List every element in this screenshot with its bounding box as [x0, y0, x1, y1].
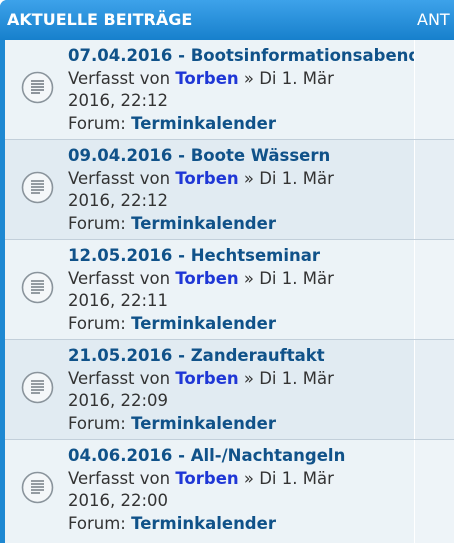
panel-title: AKTUELLE BEITRÄGE [7, 10, 193, 29]
forum-link[interactable]: Terminkalender [131, 214, 276, 233]
topic-read-icon [21, 471, 54, 504]
author-link[interactable]: Torben [175, 269, 238, 288]
replies-cell [415, 340, 454, 439]
forum-label: Forum: [68, 313, 126, 333]
author-link[interactable]: Torben [175, 369, 238, 388]
list-item: 09.04.2016 - Boote Wässern Verfasst von … [5, 140, 454, 240]
post-date-part1: » Di 1. Mär [243, 268, 334, 288]
topic-read-icon [21, 271, 54, 304]
author-link[interactable]: Torben [175, 469, 238, 488]
post-details: 04.06.2016 - All-/Nachtangeln Verfasst v… [68, 445, 413, 535]
forum-link[interactable]: Terminkalender [131, 314, 276, 333]
forum-label: Forum: [68, 513, 126, 533]
post-details: 09.04.2016 - Boote Wässern Verfasst von … [68, 145, 413, 235]
topic-title-link[interactable]: 21.05.2016 - Zanderauftakt [68, 346, 325, 365]
replies-cell [415, 240, 454, 339]
replies-cell [415, 40, 454, 139]
posted-by-label: Verfasst von [68, 268, 171, 288]
replies-cell [415, 140, 454, 239]
posted-by-label: Verfasst von [68, 68, 171, 88]
post-details: 21.05.2016 - Zanderauftakt Verfasst von … [68, 345, 413, 435]
replies-column-header: ANT [417, 10, 450, 29]
list-item: 21.05.2016 - Zanderauftakt Verfasst von … [5, 340, 454, 440]
topic-title-link[interactable]: 12.05.2016 - Hechtseminar [68, 246, 320, 265]
author-link[interactable]: Torben [175, 169, 238, 188]
topic-title-link[interactable]: 07.04.2016 - Bootsinformationsabend [68, 46, 420, 65]
forum-link[interactable]: Terminkalender [131, 114, 276, 133]
post-date-part1: » Di 1. Mär [243, 468, 334, 488]
post-list: 07.04.2016 - Bootsinformationsabend Verf… [5, 40, 454, 543]
post-date-part2: 2016, 22:12 [68, 91, 169, 110]
panel-header: AKTUELLE BEITRÄGE ANT [0, 0, 454, 40]
list-item: 04.06.2016 - All-/Nachtangeln Verfasst v… [5, 440, 454, 543]
forum-link[interactable]: Terminkalender [131, 514, 276, 533]
post-date-part2: 2016, 22:09 [68, 391, 169, 410]
post-date-part1: » Di 1. Mär [243, 68, 334, 88]
replies-cell [415, 440, 454, 543]
topic-title-link[interactable]: 04.06.2016 - All-/Nachtangeln [68, 446, 345, 465]
posted-by-label: Verfasst von [68, 168, 171, 188]
list-item: 12.05.2016 - Hechtseminar Verfasst von T… [5, 240, 454, 340]
topic-read-icon [21, 171, 54, 204]
forum-link[interactable]: Terminkalender [131, 414, 276, 433]
post-date-part2: 2016, 22:11 [68, 291, 169, 310]
forum-label: Forum: [68, 213, 126, 233]
list-item: 07.04.2016 - Bootsinformationsabend Verf… [5, 40, 454, 140]
post-details: 07.04.2016 - Bootsinformationsabend Verf… [68, 45, 420, 135]
topic-read-icon [21, 371, 54, 404]
post-date-part1: » Di 1. Mär [243, 168, 334, 188]
posted-by-label: Verfasst von [68, 468, 171, 488]
forum-label: Forum: [68, 113, 126, 133]
topic-read-icon [21, 71, 54, 104]
post-date-part2: 2016, 22:00 [68, 491, 169, 510]
topic-title-link[interactable]: 09.04.2016 - Boote Wässern [68, 146, 330, 165]
post-details: 12.05.2016 - Hechtseminar Verfasst von T… [68, 245, 413, 335]
forum-label: Forum: [68, 413, 126, 433]
recent-posts-panel: AKTUELLE BEITRÄGE ANT 07.04.2016 - Boots… [0, 0, 454, 543]
author-link[interactable]: Torben [175, 69, 238, 88]
post-date-part1: » Di 1. Mär [243, 368, 334, 388]
post-date-part2: 2016, 22:12 [68, 191, 169, 210]
posted-by-label: Verfasst von [68, 368, 171, 388]
